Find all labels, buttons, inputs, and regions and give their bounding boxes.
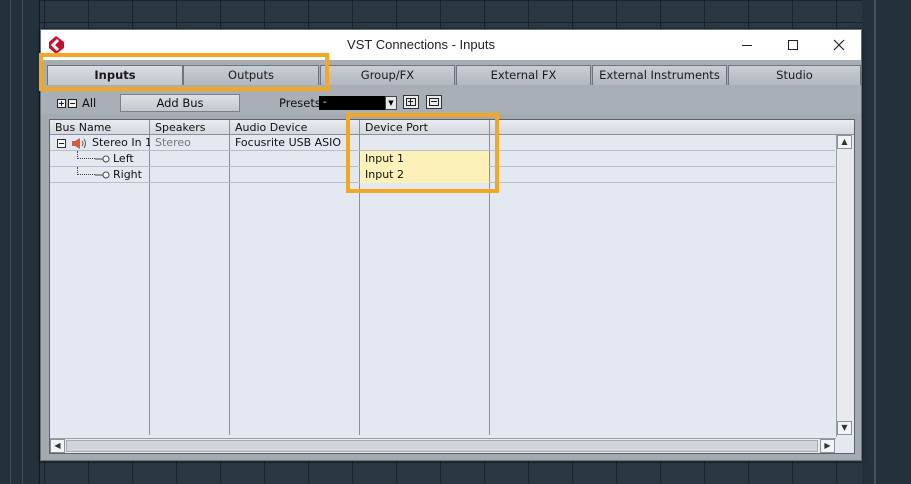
close-icon: [833, 39, 845, 51]
background-right-panel: [862, 0, 911, 484]
presets-label: Presets: [279, 96, 321, 110]
scroll-left-icon[interactable]: ◀: [50, 439, 65, 453]
bus-name-cell[interactable]: Left: [113, 151, 149, 167]
vertical-scrollbar[interactable]: ▲ ▼: [836, 135, 853, 437]
horizontal-scrollbar[interactable]: ◀ ▶: [50, 438, 836, 453]
collapse-all-icon[interactable]: [68, 98, 77, 108]
speaker-icon: [72, 138, 86, 149]
maximize-icon: [788, 40, 798, 50]
table-header: Bus Name Speakers Audio Device Device Po…: [50, 120, 854, 135]
presets-value: -: [323, 97, 327, 108]
column-header-speakers[interactable]: Speakers: [150, 120, 230, 135]
tab-outputs[interactable]: Outputs: [183, 65, 319, 85]
minimize-icon: [742, 44, 752, 46]
device-port-cell[interactable]: Input 1: [360, 151, 489, 167]
tab-external-instruments[interactable]: External Instruments: [592, 65, 727, 85]
plug-connector-icon: [95, 155, 110, 163]
background-left-panel: [0, 0, 40, 484]
tab-group-fx[interactable]: Group/FX: [320, 65, 455, 85]
collapse-bus-icon[interactable]: [57, 139, 66, 148]
tree-line: [77, 158, 95, 159]
maximize-button[interactable]: [770, 30, 816, 60]
scroll-right-icon[interactable]: ▶: [820, 439, 835, 453]
tab-bar: Inputs Outputs Group/FX External FX Exte…: [41, 60, 861, 86]
tree-line: [77, 174, 95, 175]
column-header-device-port[interactable]: Device Port: [360, 120, 490, 135]
bus-name-cell[interactable]: Stereo In 1: [92, 135, 150, 151]
device-port-cell[interactable]: [360, 135, 490, 151]
title-bar[interactable]: VST Connections - Inputs: [41, 30, 861, 60]
vst-connections-window: VST Connections - Inputs Inputs Outputs …: [40, 29, 862, 461]
audio-device-cell[interactable]: [235, 167, 359, 183]
toolbar: All Add Bus Presets - ▼: [41, 86, 861, 114]
column-header-audio-device[interactable]: Audio Device: [230, 120, 360, 135]
audio-device-cell[interactable]: Focusrite USB ASIO: [235, 135, 359, 151]
tab-inputs[interactable]: Inputs: [47, 65, 183, 85]
save-preset-button[interactable]: [403, 95, 419, 109]
save-preset-icon: [406, 98, 416, 106]
speakers-cell[interactable]: [155, 151, 229, 167]
remove-preset-button[interactable]: [426, 95, 442, 109]
speakers-cell[interactable]: Stereo: [155, 135, 229, 151]
table-row-stereo-in-1[interactable]: Stereo In 1 Stereo Focusrite USB ASIO: [50, 135, 835, 151]
speakers-cell[interactable]: [155, 167, 229, 183]
add-bus-button[interactable]: Add Bus: [120, 94, 240, 112]
bus-table: Bus Name Speakers Audio Device Device Po…: [49, 119, 855, 454]
chevron-down-icon[interactable]: ▼: [385, 96, 397, 110]
table-row-left[interactable]: Left Input 1: [50, 151, 835, 167]
all-label: All: [82, 96, 97, 110]
horizontal-scroll-thumb[interactable]: [66, 440, 818, 452]
bus-name-cell[interactable]: Right: [113, 167, 149, 183]
remove-preset-icon: [429, 98, 439, 106]
scroll-up-icon[interactable]: ▲: [837, 135, 852, 149]
window-title: VST Connections - Inputs: [347, 37, 495, 52]
minimize-button[interactable]: [724, 30, 770, 60]
column-header-empty: [490, 120, 835, 135]
audio-device-cell[interactable]: [235, 151, 359, 167]
table-row-right[interactable]: Right Input 2: [50, 167, 835, 183]
scroll-down-icon[interactable]: ▼: [837, 421, 852, 435]
tab-external-fx[interactable]: External FX: [456, 65, 591, 85]
tab-studio[interactable]: Studio: [728, 65, 861, 85]
close-button[interactable]: [816, 30, 862, 60]
expand-all-icon[interactable]: [57, 98, 66, 108]
expand-collapse-all: All: [57, 96, 96, 110]
presets-dropdown[interactable]: - ▼: [319, 96, 397, 110]
plug-connector-icon: [95, 171, 110, 179]
column-header-bus-name[interactable]: Bus Name: [50, 120, 150, 135]
device-port-cell[interactable]: Input 2: [360, 167, 489, 183]
